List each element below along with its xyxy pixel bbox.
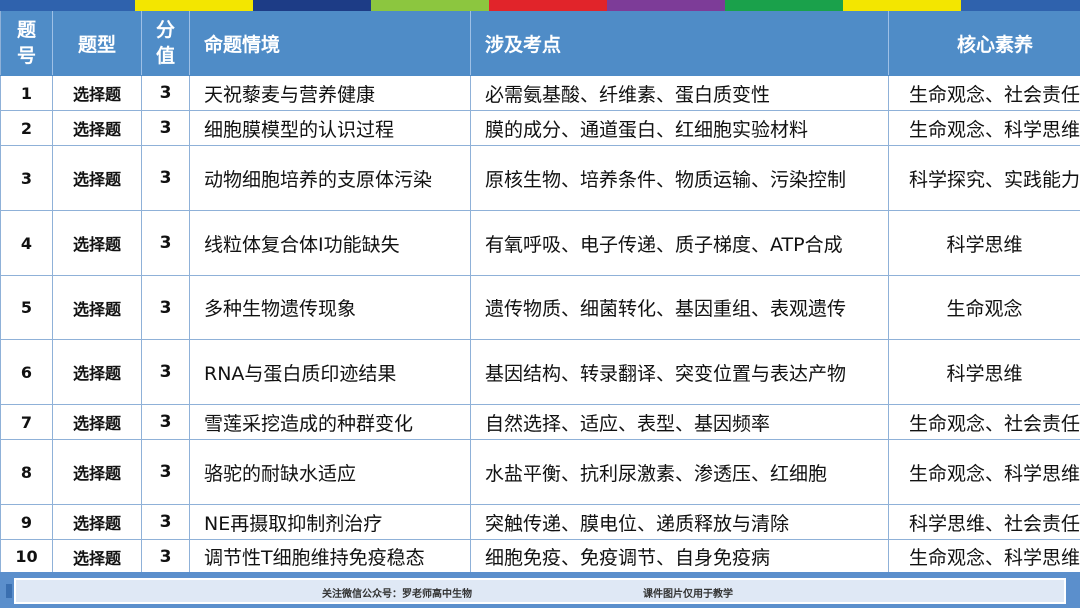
row-scene: 天祝藜麦与营养健康 — [189, 75, 471, 111]
row-scene: 骆驼的耐缺水适应 — [189, 439, 471, 505]
row-points: 有氧呼吸、电子传递、质子梯度、ATP合成 — [470, 210, 889, 276]
header-points: 涉及考点 — [470, 11, 889, 76]
table-row: 3 选择题 3 动物细胞培养的支原体污染 原核生物、培养条件、物质运输、污染控制… — [0, 145, 1080, 211]
row-type: 选择题 — [52, 439, 142, 505]
row-num: 6 — [0, 339, 53, 405]
row-num: 10 — [0, 539, 53, 574]
header-num: 题 号 — [0, 11, 53, 76]
row-points: 水盐平衡、抗利尿激素、渗透压、红细胞 — [470, 439, 889, 505]
table-row: 5 选择题 3 多种生物遗传现象 遗传物质、细菌转化、基因重组、表观遗传 生命观… — [0, 275, 1080, 340]
row-core: 科学探究、实践能力 — [888, 145, 1080, 211]
row-type: 选择题 — [52, 110, 142, 146]
row-score: 3 — [141, 145, 190, 211]
table-row: 7 选择题 3 雪莲采挖造成的种群变化 自然选择、适应、表型、基因频率 生命观念… — [0, 404, 1080, 440]
row-scene: 动物细胞培养的支原体污染 — [189, 145, 471, 211]
color-block — [135, 0, 253, 11]
row-score: 3 — [141, 275, 190, 340]
table-row: 10 选择题 3 调节性T细胞维持免疫稳态 细胞免疫、免疫调节、自身免疫病 生命… — [0, 539, 1080, 574]
table-row: 8 选择题 3 骆驼的耐缺水适应 水盐平衡、抗利尿激素、渗透压、红细胞 生命观念… — [0, 439, 1080, 505]
row-score: 3 — [141, 210, 190, 276]
row-num: 3 — [0, 145, 53, 211]
footer-panel: 关注微信公众号：罗老师高中生物 课件图片仅用于教学 — [14, 578, 1066, 604]
row-points: 基因结构、转录翻译、突变位置与表达产物 — [470, 339, 889, 405]
row-scene: 细胞膜模型的认识过程 — [189, 110, 471, 146]
color-strip — [0, 0, 1080, 11]
row-points: 遗传物质、细菌转化、基因重组、表观遗传 — [470, 275, 889, 340]
row-type: 选择题 — [52, 145, 142, 211]
row-type: 选择题 — [52, 75, 142, 111]
row-score: 3 — [141, 439, 190, 505]
color-block — [253, 0, 371, 11]
color-block — [0, 0, 135, 11]
row-num: 7 — [0, 404, 53, 440]
row-scene: 调节性T细胞维持免疫稳态 — [189, 539, 471, 574]
table-row: 1 选择题 3 天祝藜麦与营养健康 必需氨基酸、纤维素、蛋白质变性 生命观念、社… — [0, 75, 1080, 111]
footer-wechat-note: 关注微信公众号：罗老师高中生物 — [322, 589, 472, 600]
table-header-row: 题 号 题型 分 值 命题情境 涉及考点 核心素养 — [0, 11, 1080, 76]
table-row: 9 选择题 3 NE再摄取抑制剂治疗 突触传递、膜电位、递质释放与清除 科学思维… — [0, 504, 1080, 540]
color-block — [843, 0, 961, 11]
row-num: 9 — [0, 504, 53, 540]
color-block — [961, 0, 1080, 11]
row-core: 生命观念、科学思维 — [888, 110, 1080, 146]
row-num: 2 — [0, 110, 53, 146]
row-points: 自然选择、适应、表型、基因频率 — [470, 404, 889, 440]
row-points: 必需氨基酸、纤维素、蛋白质变性 — [470, 75, 889, 111]
row-scene: 雪莲采挖造成的种群变化 — [189, 404, 471, 440]
row-score: 3 — [141, 404, 190, 440]
row-num: 8 — [0, 439, 53, 505]
row-num: 4 — [0, 210, 53, 276]
header-num-label: 题 号 — [16, 19, 36, 67]
color-block — [489, 0, 607, 11]
row-points: 膜的成分、通道蛋白、红细胞实验材料 — [470, 110, 889, 146]
header-core: 核心素养 — [888, 11, 1080, 76]
exam-analysis-table: 题 号 题型 分 值 命题情境 涉及考点 核心素养 1 选择题 3 天祝藜麦与营… — [0, 11, 1080, 574]
table-row: 6 选择题 3 RNA与蛋白质印迹结果 基因结构、转录翻译、突变位置与表达产物 … — [0, 339, 1080, 405]
header-type: 题型 — [52, 11, 142, 76]
row-core: 科学思维、社会责任 — [888, 504, 1080, 540]
header-score-label: 分 值 — [155, 19, 175, 67]
row-core: 科学思维 — [888, 210, 1080, 276]
row-score: 3 — [141, 539, 190, 574]
row-core: 科学思维 — [888, 339, 1080, 405]
scroll-handle[interactable] — [6, 584, 12, 598]
row-type: 选择题 — [52, 504, 142, 540]
row-score: 3 — [141, 75, 190, 111]
footer-usage-note: 课件图片仅用于教学 — [643, 589, 733, 600]
row-scene: NE再摄取抑制剂治疗 — [189, 504, 471, 540]
row-scene: RNA与蛋白质印迹结果 — [189, 339, 471, 405]
color-block — [725, 0, 843, 11]
row-score: 3 — [141, 504, 190, 540]
row-scene: 线粒体复合体Ⅰ功能缺失 — [189, 210, 471, 276]
row-type: 选择题 — [52, 210, 142, 276]
table-row: 4 选择题 3 线粒体复合体Ⅰ功能缺失 有氧呼吸、电子传递、质子梯度、ATP合成… — [0, 210, 1080, 276]
row-core: 生命观念 — [888, 275, 1080, 340]
row-score: 3 — [141, 339, 190, 405]
row-core: 生命观念、科学思维 — [888, 439, 1080, 505]
row-points: 突触传递、膜电位、递质释放与清除 — [470, 504, 889, 540]
row-core: 生命观念、科学思维 — [888, 539, 1080, 574]
footer-bar: 关注微信公众号：罗老师高中生物 课件图片仅用于教学 — [0, 572, 1080, 608]
row-type: 选择题 — [52, 404, 142, 440]
header-scene: 命题情境 — [189, 11, 471, 76]
row-points: 原核生物、培养条件、物质运输、污染控制 — [470, 145, 889, 211]
header-score: 分 值 — [141, 11, 190, 76]
color-block — [607, 0, 725, 11]
row-score: 3 — [141, 110, 190, 146]
table-row: 2 选择题 3 细胞膜模型的认识过程 膜的成分、通道蛋白、红细胞实验材料 生命观… — [0, 110, 1080, 146]
row-core: 生命观念、社会责任 — [888, 75, 1080, 111]
row-type: 选择题 — [52, 275, 142, 340]
row-scene: 多种生物遗传现象 — [189, 275, 471, 340]
color-block — [371, 0, 489, 11]
row-points: 细胞免疫、免疫调节、自身免疫病 — [470, 539, 889, 574]
row-type: 选择题 — [52, 539, 142, 574]
row-num: 1 — [0, 75, 53, 111]
row-core: 生命观念、社会责任 — [888, 404, 1080, 440]
row-type: 选择题 — [52, 339, 142, 405]
row-num: 5 — [0, 275, 53, 340]
